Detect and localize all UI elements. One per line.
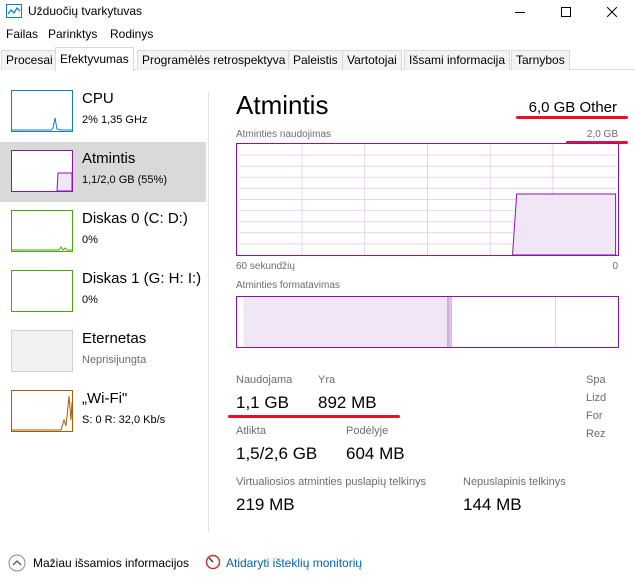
in-use-value: 1,1 GB: [236, 393, 289, 412]
available-value: 892 MB: [318, 393, 377, 412]
sidebar-item-value: Neprisijungta: [82, 354, 147, 366]
sidebar-item-wifi[interactable]: „Wi-Fi" S: 0 R: 32,0 Kb/s: [0, 382, 206, 442]
memory-composition-bar: [236, 296, 619, 348]
close-button[interactable]: [589, 0, 635, 24]
composition-in-use: [243, 297, 449, 347]
memory-usage-label: Atminties naudojimas: [236, 129, 332, 140]
tab-performance[interactable]: Efektyvumas: [55, 47, 134, 71]
fewer-details-link[interactable]: Mažiau išsamios informacijos: [33, 556, 189, 570]
menu-view[interactable]: Rodinys: [110, 27, 153, 41]
memory-usage-graph: [236, 143, 619, 256]
reserved-label: Rez: [586, 428, 606, 440]
title-bar: Užduočių tvarkytuvas: [0, 0, 635, 24]
menu-options[interactable]: Parinktys: [48, 27, 97, 41]
menu-bar: Failas Parinktys Rodinys: [0, 24, 635, 46]
sidebar-item-value: S: 0 R: 32,0 Kb/s: [82, 414, 166, 426]
available-label: Yra: [318, 374, 336, 386]
committed-label: Atlikta: [236, 425, 266, 437]
resource-monitor-icon: [205, 554, 221, 570]
cached-value: 604 MB: [346, 444, 405, 463]
tab-details[interactable]: Išsami informacija: [404, 50, 511, 70]
speed-label: Spa: [586, 374, 606, 386]
menu-file[interactable]: Failas: [6, 27, 38, 41]
sidebar-item-disk-1[interactable]: Diskas 1 (G: H: I:) 0%: [0, 262, 206, 322]
sidebar-item-value: 0%: [82, 294, 98, 306]
nonpaged-pool-label: Nepuslapinis telkinys: [463, 476, 566, 488]
tab-app-history[interactable]: Programėlės retrospektyva: [137, 50, 291, 70]
sidebar-item-label: Diskas 0 (C: D:): [82, 210, 188, 227]
memory-composition-label: Atminties formatavimas: [236, 280, 340, 291]
page-title: Atmintis: [236, 90, 329, 120]
maximize-button[interactable]: [543, 0, 589, 24]
minimize-button[interactable]: [497, 0, 543, 24]
composition-standby: [452, 297, 556, 347]
task-manager-icon: [6, 4, 22, 18]
wifi-thumbnail-graph: [11, 390, 73, 432]
composition-free: [555, 297, 612, 347]
footer-bar: Mažiau išsamios informacijos Atidaryti i…: [0, 548, 635, 580]
annotation-underline: [516, 116, 628, 119]
tab-services[interactable]: Tarnybos: [511, 50, 570, 70]
memory-thumbnail-graph: [11, 150, 73, 192]
window-title: Užduočių tvarkytuvas: [28, 4, 143, 18]
tab-strip: Procesai Efektyvumas Programėlės retrosp…: [0, 46, 635, 71]
tab-users[interactable]: Vartotojai: [342, 50, 402, 70]
sidebar-item-memory[interactable]: Atmintis 1,1/2,0 GB (55%): [0, 142, 206, 202]
sidebar-item-value: 1,1/2,0 GB (55%): [82, 174, 167, 186]
cpu-thumbnail-graph: [11, 90, 73, 132]
annotation-underline: [228, 415, 400, 418]
sidebar-item-cpu[interactable]: CPU 2% 1,35 GHz: [0, 82, 206, 142]
sidebar-item-label: „Wi-Fi": [82, 390, 128, 407]
sidebar-item-label: Diskas 1 (G: H: I:): [82, 270, 202, 287]
cached-label: Podėlyje: [346, 425, 389, 437]
form-factor-label: For: [586, 410, 603, 422]
sidebar-item-ethernet[interactable]: Eternetas Neprisijungta: [0, 322, 206, 382]
nonpaged-pool-value: 144 MB: [463, 495, 522, 514]
close-icon: [607, 7, 617, 17]
sidebar-item-label: CPU: [82, 90, 114, 107]
maximize-icon: [561, 7, 571, 17]
memory-usage-max: 2,0 GB: [586, 129, 618, 140]
sidebar-item-value: 0%: [82, 234, 98, 246]
sidebar-item-value: 2% 1,35 GHz: [82, 114, 148, 126]
tab-startup[interactable]: Paleistis: [288, 50, 343, 70]
slots-label: Lizd: [586, 392, 607, 404]
paged-pool-value: 219 MB: [236, 495, 295, 514]
graph-time-right: 0: [612, 261, 618, 272]
sidebar-item-disk-0[interactable]: Diskas 0 (C: D:) 0%: [0, 202, 206, 262]
memory-total: 6,0 GB Other: [528, 99, 617, 116]
committed-value: 1,5/2,6 GB: [236, 444, 318, 463]
sidebar-item-label: Eternetas: [82, 330, 147, 347]
paged-pool-label: Virtualiosios atminties puslapių telkiny…: [236, 476, 426, 488]
disk-0-thumbnail-graph: [11, 210, 73, 252]
in-use-label: Naudojama: [236, 374, 293, 386]
tab-processes[interactable]: Procesai: [1, 50, 58, 70]
minimize-icon: [515, 12, 525, 13]
panel-divider: [208, 92, 209, 532]
disk-1-thumbnail-graph: [11, 270, 73, 312]
open-resource-monitor-link[interactable]: Atidaryti išteklių monitorių: [226, 556, 362, 570]
sidebar-item-label: Atmintis: [82, 150, 136, 167]
ethernet-thumbnail-graph: [11, 330, 73, 372]
memory-usage-area: [512, 193, 617, 255]
composition-modified: [448, 297, 453, 347]
graph-time-left: 60 sekundžių: [236, 261, 295, 272]
chevron-up-icon[interactable]: [8, 554, 26, 572]
